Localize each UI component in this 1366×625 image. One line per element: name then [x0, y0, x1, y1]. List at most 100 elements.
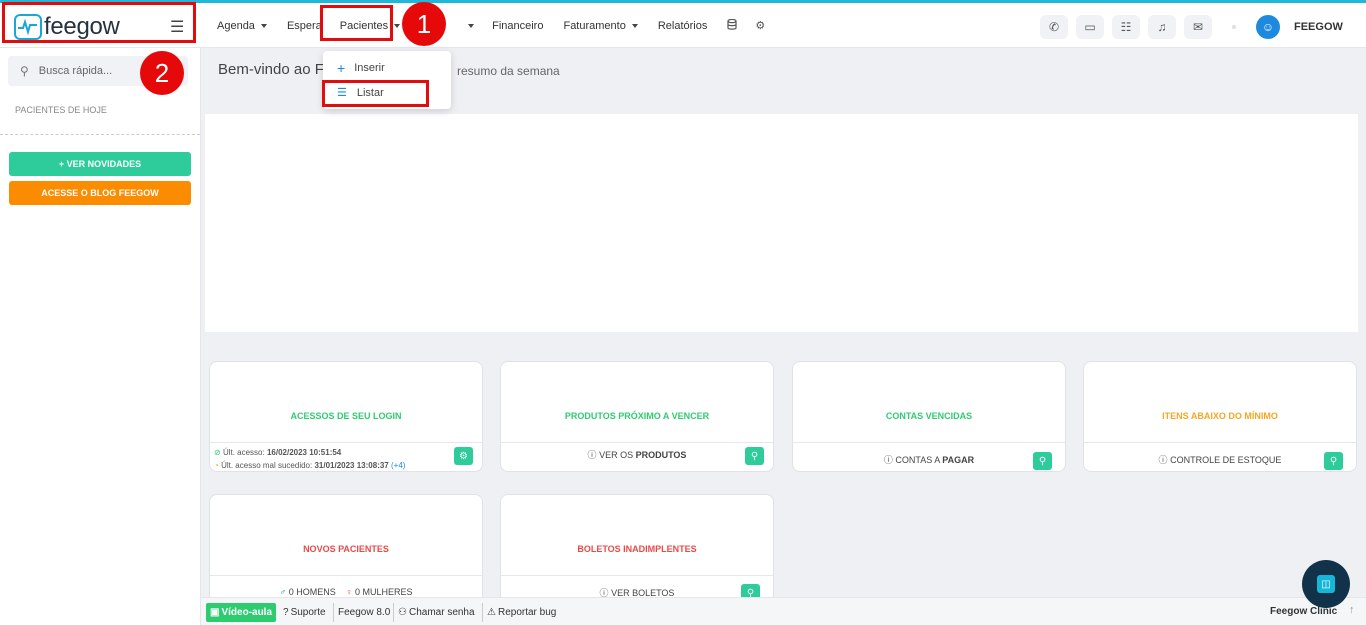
- chamar-senha-label: Chamar senha: [408, 607, 475, 618]
- card-boletos: BOLETOS INADIMPLENTES ⓘ VER BOLETOS ⚲: [500, 494, 774, 604]
- card-footer[interactable]: ⓘ CONTAS A PAGAR: [793, 453, 1065, 466]
- nav-hidden-menu[interactable]: [462, 23, 475, 28]
- card-title: CONTAS VENCIDAS: [885, 411, 973, 421]
- user-avatar[interactable]: ☺: [1256, 15, 1280, 39]
- mulheres-count: 0 MULHERES: [355, 587, 413, 597]
- ult-acesso-value: 16/02/2023 10:51:54: [266, 448, 342, 457]
- card-novos-pacientes: NOVOS PACIENTES ♂ 0 HOMENS ♀ 0 MULHERES: [209, 494, 483, 604]
- floating-assistant-button[interactable]: ◫: [1302, 560, 1350, 608]
- video-aula-button[interactable]: ▣ Vídeo-aula: [206, 603, 277, 622]
- nav-faturamento[interactable]: Faturamento: [563, 19, 638, 32]
- warning-icon: ◔: [214, 461, 219, 470]
- blog-feegow-button[interactable]: ACESSE O BLOG FEEGOW: [9, 181, 191, 205]
- foot-text: CONTROLE DE ESTOQUE: [1170, 455, 1282, 465]
- ult-acesso-label: Últ. acesso:: [222, 448, 265, 457]
- chevron-down-icon: [468, 23, 475, 28]
- check-icon: ⊘: [214, 448, 221, 457]
- card-divider: [1084, 442, 1356, 443]
- search-icon[interactable]: ⚲: [745, 447, 764, 465]
- card-footer: ♂ 0 HOMENS ♀ 0 MULHERES: [210, 587, 482, 597]
- male-icon: ♂: [279, 587, 287, 597]
- suporte-label: Suporte: [290, 607, 326, 618]
- info-icon: ⓘ: [1158, 455, 1168, 465]
- version-label: Feegow 8.0: [333, 603, 390, 622]
- database-icon[interactable]: [727, 18, 737, 33]
- chevron-down-icon: [631, 23, 638, 28]
- checklist-icon[interactable]: ☷: [1112, 15, 1140, 39]
- bug-icon: ⚠: [487, 607, 496, 618]
- card-title: PRODUTOS PRÓXIMO A VENCER: [564, 411, 710, 421]
- card-title: BOLETOS INADIMPLENTES: [577, 544, 697, 554]
- sidebar-divider: [0, 134, 200, 135]
- arrow-up-icon[interactable]: ↑: [1349, 604, 1355, 616]
- gear-icon[interactable]: ⚙: [755, 19, 765, 32]
- search-icon[interactable]: ⚲: [1324, 452, 1343, 470]
- ultimo-acesso-line: ⊘ Últ. acesso: 16/02/2023 10:51:54: [214, 448, 341, 457]
- info-icon: ⓘ: [883, 455, 893, 465]
- nav-financeiro[interactable]: Financeiro: [492, 20, 543, 32]
- highlight-box-listar: [322, 80, 429, 107]
- video-aula-label: Vídeo-aula: [221, 607, 273, 618]
- card-footer[interactable]: ⓘ VER OS PRODUTOS: [501, 448, 773, 461]
- welcome-title: Bem-vindo ao F: [218, 61, 324, 78]
- mal-sucedido-label: Últ. acesso mal sucedido:: [221, 461, 313, 470]
- topbar-actions: ✆ ▭ ☷ ♫ ✉ ☺ FEEGOW: [1040, 15, 1343, 39]
- female-icon: ♀: [345, 587, 353, 597]
- chat-icon[interactable]: ✉: [1184, 15, 1212, 39]
- phone-icon[interactable]: ✆: [1040, 15, 1068, 39]
- card-divider: [793, 442, 1065, 443]
- nav-faturamento-label: Faturamento: [563, 19, 626, 32]
- foot-bold: PRODUTOS: [635, 450, 687, 460]
- help-icon: ?: [283, 607, 289, 618]
- nav-relatorios[interactable]: Relatórios: [658, 20, 708, 32]
- ver-novidades-button[interactable]: + VER NOVIDADES: [9, 152, 191, 176]
- nav-espera-label: Espera: [286, 19, 322, 32]
- assistant-icon: ◫: [1317, 575, 1335, 593]
- search-icon[interactable]: ⚲: [1033, 452, 1052, 470]
- overview-panel: [205, 114, 1358, 332]
- reportar-bug-label: Reportar bug: [497, 607, 557, 618]
- nav-financeiro-label: Financeiro: [492, 19, 544, 32]
- menu-item-inserir-label: Inserir: [354, 62, 385, 74]
- nav-agenda[interactable]: Agenda: [217, 20, 267, 32]
- plus-icon: +: [337, 60, 346, 76]
- welcome-subtitle: resumo da semana: [457, 64, 560, 78]
- foot-pre: CONTAS A: [895, 455, 943, 465]
- homens-count: 0 HOMENS: [288, 587, 336, 597]
- card-title: ITENS ABAIXO DO MÍNIMO: [1162, 411, 1278, 421]
- card-footer[interactable]: ⓘ CONTROLE DE ESTOQUE: [1084, 453, 1356, 466]
- main-nav: Agenda Espera Pacientes Financeiro Fatur…: [217, 3, 783, 48]
- annotation-badge-1: 1: [402, 2, 446, 46]
- divider-dot: [1232, 25, 1236, 29]
- mal-sucedido-value: 31/01/2023 13:08:37: [314, 461, 389, 470]
- annotation-badge-2: 2: [140, 51, 184, 95]
- card-divider: [210, 442, 482, 443]
- nav-espera[interactable]: Espera: [287, 20, 322, 32]
- people-icon: ⚇: [398, 607, 407, 618]
- reportar-bug-button[interactable]: ⚠ Reportar bug: [482, 603, 556, 622]
- inbox-icon[interactable]: ▭: [1076, 15, 1104, 39]
- section-label-pacientes-de-hoje: PACIENTES DE HOJE: [15, 105, 107, 115]
- card-acessos: ACESSOS DE SEU LOGIN ⊘ Últ. acesso: 16/0…: [209, 361, 483, 472]
- highlight-box-pacientes: [320, 5, 393, 41]
- mal-sucedido-extra[interactable]: (+4): [391, 461, 405, 470]
- card-divider: [501, 442, 773, 443]
- settings-icon[interactable]: ⚙: [454, 447, 473, 465]
- highlight-box-search: [2, 2, 196, 43]
- video-icon: ▣: [210, 607, 220, 618]
- search-icon: ⚲: [20, 64, 29, 78]
- bell-icon[interactable]: ♫: [1148, 15, 1176, 39]
- user-name[interactable]: FEEGOW: [1294, 21, 1343, 33]
- suporte-button[interactable]: ? Suporte: [279, 603, 326, 622]
- bottom-bar: ▣ Vídeo-aula ? Suporte Feegow 8.0 ⚇ Cham…: [201, 597, 1366, 625]
- chamar-senha-button[interactable]: ⚇ Chamar senha: [393, 603, 475, 622]
- card-divider: [501, 575, 773, 576]
- search-placeholder: Busca rápida...: [38, 65, 113, 77]
- card-contas: CONTAS VENCIDAS ⓘ CONTAS A PAGAR ⚲: [792, 361, 1066, 472]
- menu-item-inserir[interactable]: + Inserir: [337, 60, 385, 76]
- card-divider: [210, 575, 482, 576]
- foot-pre: VER OS: [599, 450, 636, 460]
- chevron-down-icon: [394, 23, 401, 28]
- acesso-mal-sucedido-line: ◔ Últ. acesso mal sucedido: 31/01/2023 1…: [214, 461, 405, 470]
- nav-relatorios-label: Relatórios: [657, 19, 708, 32]
